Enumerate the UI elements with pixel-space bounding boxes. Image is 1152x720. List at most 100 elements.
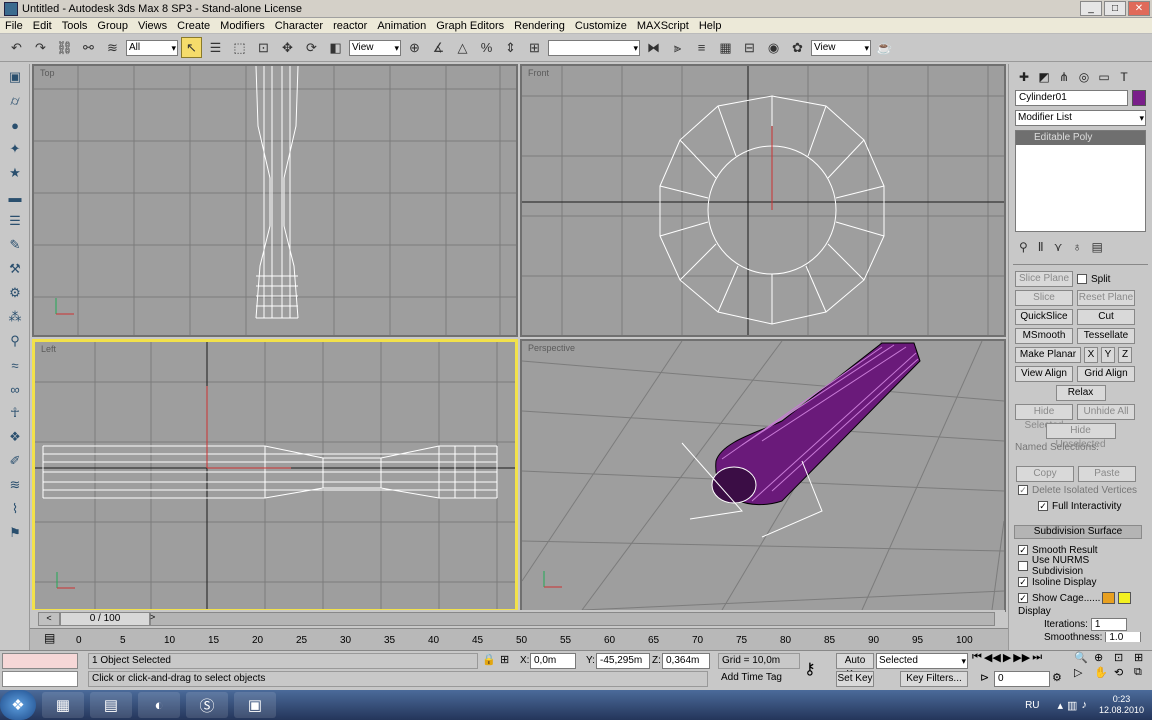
task-app-icon[interactable]: ▣ — [234, 692, 276, 718]
maxscript-mini-listener[interactable] — [2, 671, 78, 687]
tray-volume-icon[interactable]: ♪ — [1081, 699, 1087, 712]
menu-views[interactable]: Views — [133, 20, 172, 32]
next-key-icon[interactable]: ▶▶ — [1013, 651, 1030, 664]
bind-to-spacewarp-icon[interactable]: ≋ — [102, 37, 123, 58]
planar-x-button[interactable]: X — [1084, 347, 1098, 363]
key-mode-toggle-icon[interactable]: ⊳ — [980, 671, 989, 684]
figure-icon[interactable]: ☥ — [4, 402, 26, 424]
zoom-extents-icon[interactable]: ⊡ — [1114, 651, 1132, 664]
gear-icon[interactable]: ⚙ — [4, 282, 26, 304]
menu-maxscript[interactable]: MAXScript — [632, 20, 694, 32]
smoothness-field[interactable]: 1.0 — [1105, 632, 1142, 642]
remove-modifier-icon[interactable]: ♁ — [1073, 240, 1082, 254]
stack-icon[interactable]: ☰ — [4, 210, 26, 232]
planar-y-button[interactable]: Y — [1101, 347, 1115, 363]
planar-z-button[interactable]: Z — [1118, 347, 1132, 363]
wave-icon[interactable]: ≈ — [4, 354, 26, 376]
rect-selection-icon[interactable]: ⬚ — [229, 37, 250, 58]
particle-icon[interactable]: ⁂ — [4, 306, 26, 328]
create-tab-icon[interactable]: ✚ — [1015, 68, 1033, 86]
time-slider[interactable]: < 0 / 100 > — [30, 610, 1005, 628]
plane-icon[interactable]: ▬ — [4, 186, 26, 208]
close-button[interactable]: ✕ — [1128, 1, 1150, 16]
menu-animation[interactable]: Animation — [372, 20, 431, 32]
undo-icon[interactable]: ↶ — [6, 37, 27, 58]
menu-rendering[interactable]: Rendering — [509, 20, 570, 32]
viewport-top[interactable]: Top — [32, 64, 518, 337]
wind-icon[interactable]: ≋ — [4, 474, 26, 496]
zoom-extents-all-icon[interactable]: ⊞ — [1134, 651, 1152, 664]
relax-button[interactable]: Relax — [1055, 385, 1106, 401]
hierarchy-tab-icon[interactable]: ⋔ — [1055, 68, 1073, 86]
view-align-button[interactable]: View Align — [1015, 366, 1073, 382]
select-object-icon[interactable]: ↖ — [181, 37, 202, 58]
align-icon[interactable]: ⫸ — [667, 37, 688, 58]
msmooth-button[interactable]: MSmooth — [1015, 328, 1073, 344]
angle-snap-icon[interactable]: △ — [452, 37, 473, 58]
task-desktop-icon[interactable]: ▦ — [42, 692, 84, 718]
minimize-button[interactable]: _ — [1080, 1, 1102, 16]
smooth-result-checkbox[interactable]: ✓ — [1018, 545, 1028, 555]
window-crossing-icon[interactable]: ⊡ — [253, 37, 274, 58]
cage-color-swatch-2[interactable] — [1118, 592, 1132, 604]
render-view-dropdown[interactable]: View — [811, 39, 871, 56]
grid-align-button[interactable]: Grid Align — [1077, 366, 1135, 382]
create-box-icon[interactable]: ▣ — [4, 66, 26, 88]
slice-plane-button[interactable]: Slice Plane — [1015, 271, 1073, 287]
snap-icon[interactable]: ∡ — [428, 37, 449, 58]
configure-sets-icon[interactable]: ▤ — [1092, 240, 1103, 254]
stack-item-editable-poly[interactable]: Editable Poly — [1016, 131, 1145, 145]
sphere-icon[interactable]: ● — [4, 114, 26, 136]
bone-icon[interactable]: ⚲ — [4, 330, 26, 352]
link-icon[interactable]: ∞ — [4, 378, 26, 400]
zoom-icon[interactable]: 🔍 — [1074, 651, 1092, 664]
y-coord-field[interactable]: -45,295m — [596, 653, 650, 669]
pivot-icon[interactable]: ⊕ — [404, 37, 425, 58]
start-button[interactable]: ❖ — [0, 690, 36, 720]
curve-editor-icon[interactable]: ▦ — [715, 37, 736, 58]
scale-icon[interactable]: ◧ — [325, 37, 346, 58]
menu-customize[interactable]: Customize — [570, 20, 632, 32]
brush-icon[interactable]: ✐ — [4, 450, 26, 472]
set-key-button[interactable]: Set Key — [836, 671, 874, 687]
tessellate-button[interactable]: Tessellate — [1077, 328, 1135, 344]
track-bar-icon[interactable]: ▤ — [44, 631, 55, 645]
tray-network-icon[interactable]: ▥ — [1067, 699, 1077, 712]
cylinder-icon[interactable]: ⌭ — [4, 90, 26, 112]
go-to-end-icon[interactable]: ⏭ — [1032, 651, 1042, 664]
absolute-mode-icon[interactable]: ⊞ — [500, 653, 509, 666]
key-mode-dropdown[interactable]: Selected — [876, 653, 968, 669]
paste-button[interactable]: Paste — [1078, 466, 1136, 482]
show-cage-checkbox[interactable]: ✓ — [1018, 593, 1028, 603]
mirror-icon[interactable]: ⧓ — [643, 37, 664, 58]
task-3dsmax-icon[interactable]: Ⓢ — [186, 692, 228, 718]
play-icon[interactable]: ▶ — [1003, 651, 1011, 664]
key-icon[interactable]: ⚷ — [804, 659, 816, 679]
split-checkbox[interactable] — [1077, 274, 1087, 284]
star-icon[interactable]: ★ — [4, 162, 26, 184]
named-sel-icon[interactable]: ⊞ — [524, 37, 545, 58]
spinner-snap-icon[interactable]: ⇕ — [500, 37, 521, 58]
display-tab-icon[interactable]: ▭ — [1095, 68, 1113, 86]
move-icon[interactable]: ✥ — [277, 37, 298, 58]
prev-frame-icon[interactable]: < — [38, 612, 60, 626]
selection-filter-dropdown[interactable]: All — [126, 39, 178, 56]
maximize-button[interactable]: □ — [1104, 1, 1126, 16]
make-planar-button[interactable]: Make Planar — [1015, 347, 1081, 363]
time-config-icon[interactable]: ⚙ — [1052, 671, 1062, 684]
render-scene-icon[interactable]: ✿ — [787, 37, 808, 58]
quick-render-icon[interactable]: ☕ — [874, 37, 895, 58]
layers-icon[interactable]: ≡ — [691, 37, 712, 58]
full-interactivity-checkbox[interactable]: ✓ — [1038, 501, 1048, 511]
select-and-link-icon[interactable]: ⛓ — [54, 37, 75, 58]
task-explorer-icon[interactable]: ▤ — [90, 692, 132, 718]
menu-create[interactable]: Create — [172, 20, 215, 32]
motion-tab-icon[interactable]: ◎ — [1075, 68, 1093, 86]
percent-snap-icon[interactable]: % — [476, 37, 497, 58]
menu-help[interactable]: Help — [694, 20, 727, 32]
tray-up-icon[interactable]: ▴ — [1058, 699, 1064, 712]
pin-stack-icon[interactable]: ⚲ — [1019, 240, 1028, 254]
viewport-perspective[interactable]: Perspective — [520, 339, 1006, 612]
menu-tools[interactable]: Tools — [57, 20, 93, 32]
quickslice-button[interactable]: QuickSlice — [1015, 309, 1073, 325]
